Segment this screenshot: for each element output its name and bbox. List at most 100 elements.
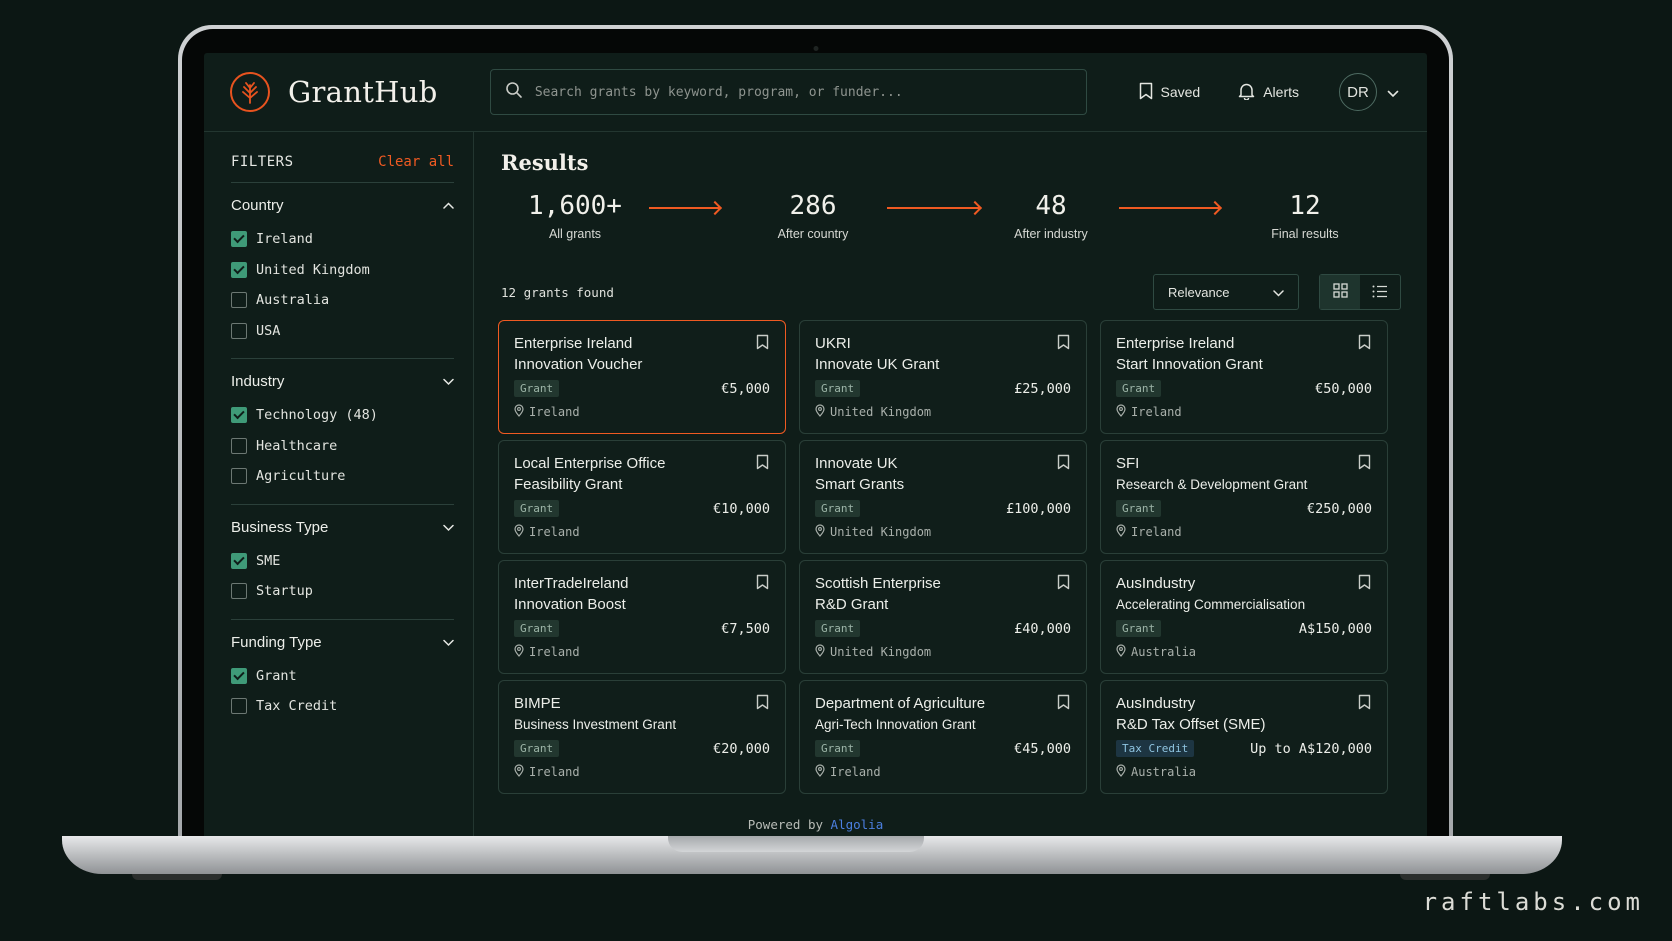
view-toggle [1319,274,1401,310]
checkbox[interactable] [231,407,247,424]
filter-option[interactable]: Australia [231,285,454,316]
filter-option[interactable]: USA [231,316,454,347]
grid-icon [1332,282,1348,302]
grant-card[interactable]: UKRI Innovate UK Grant Grant £25,000 United … [799,320,1087,434]
filter-option[interactable]: Tax Credit [231,691,454,722]
alerts-label: Alerts [1263,84,1299,100]
grant-card[interactable]: InterTradeIreland Innovation Boost Grant €7… [498,560,786,674]
results-count: 12 grants found [501,284,614,300]
checkbox[interactable] [231,231,247,248]
bookmark-icon[interactable] [1358,694,1371,714]
bookmark-icon[interactable] [1057,454,1070,474]
funnel-label: Final results [1271,227,1339,241]
grant-name: R&D Tax Offset (SME) [1116,716,1266,733]
filter-option[interactable]: SME [231,546,454,577]
checkbox[interactable] [231,468,247,485]
checkbox[interactable] [231,583,247,600]
grant-card[interactable]: Department of Agriculture Agri-Tech Innov… [799,680,1087,794]
map-pin-icon [1116,524,1126,540]
grant-name: Agri-Tech Innovation Grant [815,717,976,732]
bookmark-icon[interactable] [1057,574,1070,594]
grid-view-button[interactable] [1320,275,1360,309]
checkbox[interactable] [231,437,247,454]
grant-name: Research & Development Grant [1116,477,1308,492]
clear-all-button[interactable]: Clear all [378,154,454,170]
filter-option[interactable]: Grant [231,661,454,692]
filters-title: FILTERS [231,154,294,170]
grant-amount: €50,000 [1315,380,1372,397]
funding-type-badge: Grant [514,380,560,397]
filter-option[interactable]: United Kingdom [231,255,454,286]
funnel-value: 48 [1035,191,1067,221]
map-pin-icon [514,644,524,660]
checkbox[interactable] [231,261,247,278]
filter-option-label: Grant [256,667,297,684]
grant-location: Ireland [514,644,770,660]
grant-card[interactable]: Enterprise Ireland Start Innovation Grant… [1100,320,1388,434]
grant-location: Ireland [1116,404,1372,420]
bookmark-icon[interactable] [1057,334,1070,354]
filter-group-header[interactable]: Business Type [231,519,454,536]
bookmark-icon[interactable] [756,574,769,594]
checkbox[interactable] [231,667,247,684]
filter-option-label: Tax Credit [256,698,338,715]
sort-select[interactable]: Relevance [1153,274,1299,310]
filter-option[interactable]: Technology (48) [231,400,454,431]
filter-group-header[interactable]: Funding Type [231,634,454,651]
grant-card[interactable]: Local Enterprise Office Feasibility Grant… [498,440,786,554]
logo[interactable]: GrantHub [230,72,464,112]
filter-group-header[interactable]: Industry [231,373,454,390]
funding-type-badge: Grant [514,500,560,517]
bookmark-icon[interactable] [756,694,769,714]
filters-header: FILTERS Clear all [231,154,454,183]
checkbox[interactable] [231,698,247,715]
location-label: Ireland [830,765,881,779]
arrow-right-icon [887,207,979,209]
filter-option[interactable]: Agriculture [231,461,454,492]
location-label: United Kingdom [830,405,932,419]
alerts-button[interactable]: Alerts [1238,82,1299,103]
user-menu[interactable]: DR [1339,73,1399,111]
filters-sidebar: FILTERS Clear all Country Ireland United K… [204,132,474,839]
funding-type-badge: Grant [1116,380,1162,397]
filter-option[interactable]: Ireland [231,224,454,255]
bookmark-icon[interactable] [1057,694,1070,714]
grant-card[interactable]: BIMPE Business Investment Grant Grant €20,0… [498,680,786,794]
grant-card[interactable]: AusIndustry Accelerating Commercialisatio… [1100,560,1388,674]
filter-group-header[interactable]: Country [231,197,454,214]
list-view-button[interactable] [1360,275,1400,309]
algolia-link[interactable]: Algolia [831,817,884,832]
checkbox[interactable] [231,292,247,309]
bookmark-icon[interactable] [756,334,769,354]
arrow-right-icon [649,207,719,209]
grant-amount: €7,500 [721,620,770,637]
bookmark-icon[interactable] [756,454,769,474]
search-bar[interactable] [489,69,1087,115]
location-label: Australia [1131,645,1197,659]
grant-card[interactable]: Enterprise Ireland Innovation Voucher Gran… [498,320,786,434]
bookmark-icon[interactable] [1358,334,1371,354]
funding-type-badge: Grant [1116,500,1162,517]
bookmark-icon[interactable] [1358,454,1371,474]
chevron-down-icon [1273,285,1284,300]
grant-amount: €45,000 [1014,740,1071,757]
grant-card[interactable]: SFI Research & Development Grant Grant €250… [1100,440,1388,554]
laptop-base [62,836,1562,874]
grant-card[interactable]: Scottish Enterprise R&D Grant Grant £40,000… [799,560,1087,674]
checkbox[interactable] [231,552,247,569]
grant-funder: BIMPE [514,695,561,712]
saved-button[interactable]: Saved [1139,82,1200,103]
checkbox[interactable] [231,322,247,339]
search-input[interactable] [534,84,1072,100]
grant-card[interactable]: Innovate UK Smart Grants Grant £100,000 Unit… [799,440,1087,554]
filter-option[interactable]: Startup [231,576,454,607]
bookmark-icon[interactable] [1358,574,1371,594]
chevron-down-icon [443,634,454,651]
filter-option[interactable]: Healthcare [231,431,454,462]
bell-icon [1238,82,1255,103]
bookmark-icon [1139,82,1153,103]
funnel-label: All grants [548,227,602,241]
grant-amount: £25,000 [1014,380,1071,397]
grant-card[interactable]: AusIndustry R&D Tax Offset (SME) Tax Credi… [1100,680,1388,794]
grant-amount: A$150,000 [1298,620,1372,637]
